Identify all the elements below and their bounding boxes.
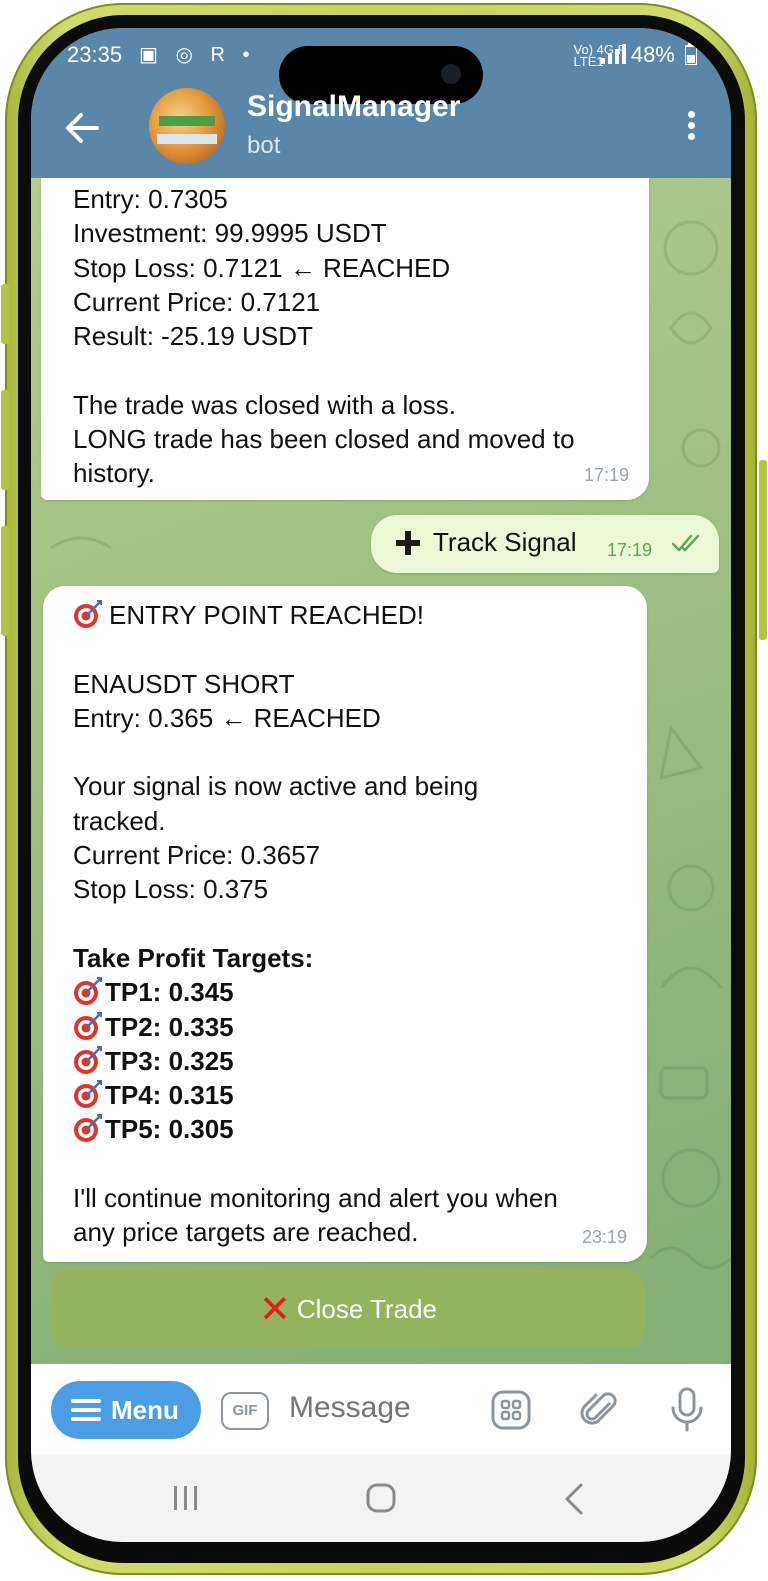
dart-target-icon — [74, 1114, 102, 1143]
message-time: 23:19 — [581, 1226, 627, 1247]
signal-icon — [600, 44, 626, 64]
chat-header: 23:35 ▣ ◎ R • Vo) 4G R LTE1 48% SignalMa… — [31, 28, 731, 178]
message-input-bar: Menu GIF — [31, 1364, 731, 1454]
message-line — [73, 353, 575, 387]
close-trade-button[interactable]: ✕ Close Trade — [51, 1270, 645, 1348]
phone-volume-down-button — [1, 526, 9, 636]
message-line: history. — [73, 458, 155, 489]
gif-button[interactable]: GIF — [221, 1392, 269, 1430]
outgoing-message-track-signal: Track Signal 17:19 — [371, 515, 719, 573]
stop-loss-line: Stop Loss: 0.375 — [73, 874, 269, 905]
system-navigation-bar — [31, 1454, 731, 1542]
phone-volume-up-button — [1, 390, 9, 490]
active-line-2: tracked. — [73, 805, 166, 836]
message-line: Result: -25.19 USDT — [73, 321, 313, 352]
incoming-message-trade-closed: Entry: 0.7305 Investment: 99.9995 USDT Sto… — [41, 178, 649, 500]
home-icon[interactable] — [365, 1482, 397, 1514]
menu-label: Menu — [111, 1395, 179, 1425]
footer-line-2: any price targets are reached. — [73, 1217, 419, 1248]
take-profit-target: TP4: 0.315 — [73, 1078, 558, 1112]
bot-avatar[interactable] — [149, 88, 225, 164]
more-options-icon[interactable] — [681, 108, 701, 148]
incoming-message-entry-reached: ENTRY POINT REACHED! ENAUSDT SHORT Entry… — [43, 586, 647, 1262]
entry-line: Entry: 0.365 ← REACHED — [73, 702, 381, 733]
take-profit-target: TP5: 0.305 — [73, 1112, 558, 1146]
take-profit-target: TP3: 0.325 — [73, 1044, 558, 1078]
nav-back-icon[interactable] — [563, 1482, 585, 1516]
active-line-1: Your signal is now active and being — [73, 771, 479, 802]
battery-percent: 48% — [630, 42, 675, 67]
message-input[interactable] — [287, 1390, 471, 1426]
message-text: Entry: 0.7305 Investment: 99.9995 USDT Sto… — [73, 182, 575, 491]
message-line: Stop Loss: 0.7121 ← REACHED — [73, 252, 451, 283]
footer-line-1: I'll continue monitoring and alert you w… — [73, 1183, 558, 1214]
hamburger-icon — [71, 1399, 101, 1421]
message-time: 17:19 — [583, 464, 629, 485]
recent-apps-icon[interactable] — [171, 1484, 201, 1512]
message-line: Entry: 0.7305 — [73, 184, 228, 214]
phone-screen: 23:35 ▣ ◎ R • Vo) 4G R LTE1 48% SignalMa… — [31, 28, 731, 1542]
sticker-keyboard-icon[interactable] — [491, 1390, 531, 1430]
message-line: LONG trade has been closed and moved to — [73, 424, 575, 455]
double-check-icon — [671, 534, 700, 552]
targets-heading: Take Profit Targets: — [73, 942, 314, 973]
notification-icons: ▣ ◎ R • — [139, 44, 256, 66]
microphone-icon[interactable] — [667, 1386, 707, 1432]
close-trade-label: Close Trade — [296, 1293, 438, 1324]
camera-lens — [441, 64, 461, 84]
paperclip-icon[interactable] — [579, 1390, 619, 1430]
message-text: Track Signal — [433, 527, 577, 557]
take-profit-target: TP2: 0.335 — [73, 1010, 558, 1044]
phone-action-button — [1, 284, 9, 344]
plus-icon — [396, 531, 420, 555]
dart-target-icon — [74, 600, 102, 628]
message-line: The trade was closed with a loss. — [73, 389, 456, 420]
message-line: Investment: 99.9995 USDT — [73, 218, 387, 249]
chat-subtitle: bot — [247, 132, 281, 159]
current-price-line: Current Price: 0.3657 — [73, 840, 321, 871]
back-arrow-icon[interactable] — [61, 106, 105, 150]
pair-line: ENAUSDT SHORT — [73, 668, 295, 699]
battery-icon — [684, 43, 698, 66]
dart-target-icon — [74, 977, 102, 1006]
message-line: Current Price: 0.7121 — [73, 286, 321, 317]
take-profit-list: TP1: 0.345 TP2: 0.335 TP3: 0.325 TP4: 0.315… — [73, 975, 558, 1146]
dart-target-icon — [74, 1080, 102, 1109]
take-profit-target: TP1: 0.345 — [73, 975, 558, 1009]
chat-title[interactable]: SignalManager — [247, 90, 460, 124]
cross-mark-icon: ✕ — [258, 1288, 291, 1331]
entry-reached-heading: ENTRY POINT REACHED! — [73, 598, 558, 632]
message-text: ENTRY POINT REACHED! ENAUSDT SHORT Entry… — [73, 598, 558, 1250]
phone-power-button — [759, 460, 767, 640]
dart-target-icon — [74, 1011, 102, 1040]
bot-menu-button[interactable]: Menu — [51, 1381, 201, 1439]
dart-target-icon — [74, 1045, 102, 1074]
status-time: 23:35 — [67, 42, 123, 67]
battery-indicator: 48% — [600, 42, 698, 68]
